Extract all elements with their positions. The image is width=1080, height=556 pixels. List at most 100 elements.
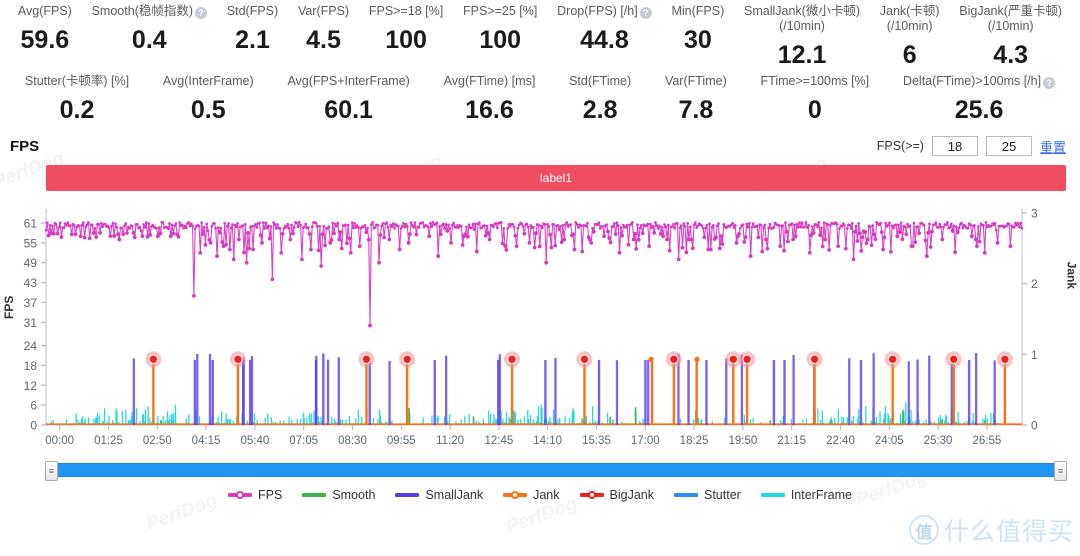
metric-label: Min(FPS) xyxy=(671,4,724,19)
metric-value: 44.8 xyxy=(580,25,629,55)
legend-item-smalljank[interactable]: SmallJank xyxy=(395,488,483,502)
metric-label: Jank(卡顿)(/10min) xyxy=(880,4,940,34)
svg-text:3: 3 xyxy=(1031,207,1038,221)
metric-value: 100 xyxy=(385,25,427,55)
metric-label: SmallJank(微小卡顿)(/10min) xyxy=(744,4,860,34)
svg-text:0: 0 xyxy=(30,419,37,433)
metric-cell: Avg(FPS+InterFrame)60.1 xyxy=(271,74,427,125)
brand-watermark-text: 什么值得买 xyxy=(944,512,1074,548)
metric-value: 0 xyxy=(808,95,822,125)
metric-cell: Var(FPS)4.5 xyxy=(288,4,359,55)
metric-value: 6 xyxy=(903,40,917,70)
metric-value: 59.6 xyxy=(21,25,70,55)
metric-cell: Std(FPS)2.1 xyxy=(217,4,288,55)
metric-cell: Smooth(稳帧指数)? 0.4 xyxy=(82,4,217,55)
metric-label-text: Smooth(稳帧指数) xyxy=(92,4,193,18)
svg-text:18: 18 xyxy=(24,359,38,373)
legend-label: InterFrame xyxy=(791,488,852,502)
metric-value: 0.4 xyxy=(132,25,167,55)
page-title: FPS xyxy=(10,138,39,155)
legend-item-smooth[interactable]: Smooth xyxy=(302,488,375,502)
fps-threshold-controls: FPS(>=) 重置 xyxy=(877,136,1066,156)
metric-value: 16.6 xyxy=(465,95,514,125)
svg-text:55: 55 xyxy=(24,236,38,250)
help-icon[interactable]: ? xyxy=(1043,77,1055,89)
legend-item-interframe[interactable]: InterFrame xyxy=(761,488,852,502)
help-icon[interactable]: ? xyxy=(195,7,207,19)
metric-label-text: Var(FPS) xyxy=(298,4,349,18)
metric-label-sub: (/10min) xyxy=(959,19,1062,34)
help-icon[interactable]: ? xyxy=(640,7,652,19)
metric-value: 4.3 xyxy=(993,40,1028,70)
metric-label-text: Stutter(卡顿率) [%] xyxy=(25,74,129,88)
metric-cell: Jank(卡顿)(/10min) 6 xyxy=(870,4,950,70)
metric-value: 0.5 xyxy=(191,95,226,125)
timeline-scrollbar[interactable]: ≡ ≡ xyxy=(46,459,1066,481)
metric-label-text: Delta(FTime)>100ms [/h] xyxy=(903,74,1041,88)
metric-label: Std(FTime) xyxy=(569,74,631,89)
metric-label-text: Drop(FPS) [/h] xyxy=(557,4,638,18)
svg-text:09:55: 09:55 xyxy=(387,435,416,447)
metric-label-text: Avg(InterFrame) xyxy=(163,74,254,88)
svg-text:22:40: 22:40 xyxy=(826,435,855,447)
svg-text:43: 43 xyxy=(24,276,38,290)
metric-label-text: BigJank(严重卡顿) xyxy=(959,4,1062,18)
legend-item-jank[interactable]: Jank xyxy=(503,488,559,502)
legend-label: BigJank xyxy=(610,488,654,502)
brand-watermark: 值 什么值得买 xyxy=(909,512,1074,548)
legend-label: Jank xyxy=(533,488,559,502)
reset-button[interactable]: 重置 xyxy=(1040,137,1066,156)
fps-jank-chart[interactable]: FPS Jank 06121824313743495561012300:0001… xyxy=(0,199,1080,457)
svg-text:6: 6 xyxy=(30,399,37,413)
svg-text:24:05: 24:05 xyxy=(875,435,904,447)
metric-label-text: Min(FPS) xyxy=(671,4,724,18)
metric-label: Delta(FTime)>100ms [/h]? xyxy=(903,74,1055,89)
svg-text:00:00: 00:00 xyxy=(45,435,74,447)
legend-swatch-icon xyxy=(503,490,527,500)
chart-canvas[interactable]: 06121824313743495561012300:0001:2502:500… xyxy=(0,199,1080,457)
metric-label-text: Avg(FPS+InterFrame) xyxy=(287,74,409,88)
metric-label-text: Avg(FTime) [ms] xyxy=(444,74,536,88)
metric-cell: Avg(FPS) 59.6 xyxy=(8,4,82,55)
svg-text:08:30: 08:30 xyxy=(338,435,367,447)
fps-max-input[interactable] xyxy=(986,136,1032,156)
legend-label: Smooth xyxy=(332,488,375,502)
metric-value: 25.6 xyxy=(955,95,1004,125)
svg-text:21:15: 21:15 xyxy=(777,435,806,447)
legend-item-bigjank[interactable]: BigJank xyxy=(580,488,654,502)
metric-value: 12.1 xyxy=(778,40,827,70)
metric-label-text: Std(FPS) xyxy=(227,4,278,18)
legend-swatch-icon xyxy=(674,490,698,500)
legend-item-stutter[interactable]: Stutter xyxy=(674,488,741,502)
svg-text:14:10: 14:10 xyxy=(533,435,562,447)
metric-label: Drop(FPS) [/h]? xyxy=(557,4,652,19)
scrollbar-track[interactable]: ≡ ≡ xyxy=(46,463,1066,477)
metric-label-sub: (/10min) xyxy=(880,19,940,34)
metric-cell: SmallJank(微小卡顿)(/10min) 12.1 xyxy=(734,4,870,70)
metric-value: 7.8 xyxy=(678,95,713,125)
scene-label-bar[interactable]: label1 xyxy=(46,165,1066,191)
metric-label-text: Avg(FPS) xyxy=(18,4,72,18)
fps-filter-label: FPS(>=) xyxy=(877,139,924,153)
metric-cell: Avg(InterFrame) 0.5 xyxy=(146,74,271,125)
svg-text:1: 1 xyxy=(1031,348,1038,362)
legend-label: SmallJank xyxy=(425,488,483,502)
legend-swatch-icon xyxy=(395,490,419,500)
metric-cell: FPS>=18 [%]100 xyxy=(359,4,453,55)
metrics-row-primary: Avg(FPS)59.6Smooth(稳帧指数)?0.4Std(FPS)2.1V… xyxy=(0,0,1080,70)
scrollbar-left-handle[interactable]: ≡ xyxy=(45,461,58,481)
metric-cell: Var(FTime)7.8 xyxy=(648,74,744,125)
metric-label: FPS>=25 [%] xyxy=(463,4,537,19)
svg-text:0: 0 xyxy=(1031,419,1038,433)
chart-legend: FPS Smooth SmallJank Jank BigJank Stutter Inte… xyxy=(0,483,1080,507)
legend-item-fps[interactable]: FPS xyxy=(228,488,282,502)
svg-text:12: 12 xyxy=(24,379,38,393)
fps-min-input[interactable] xyxy=(932,136,978,156)
scrollbar-right-handle[interactable]: ≡ xyxy=(1054,461,1067,481)
svg-text:31: 31 xyxy=(24,316,38,330)
svg-text:12:45: 12:45 xyxy=(484,435,513,447)
svg-text:02:50: 02:50 xyxy=(143,435,172,447)
metric-value: 2.8 xyxy=(583,95,618,125)
fps-section-header: FPS FPS(>=) 重置 xyxy=(0,131,1080,161)
metric-cell: BigJank(严重卡顿)(/10min) 4.3 xyxy=(949,4,1072,70)
